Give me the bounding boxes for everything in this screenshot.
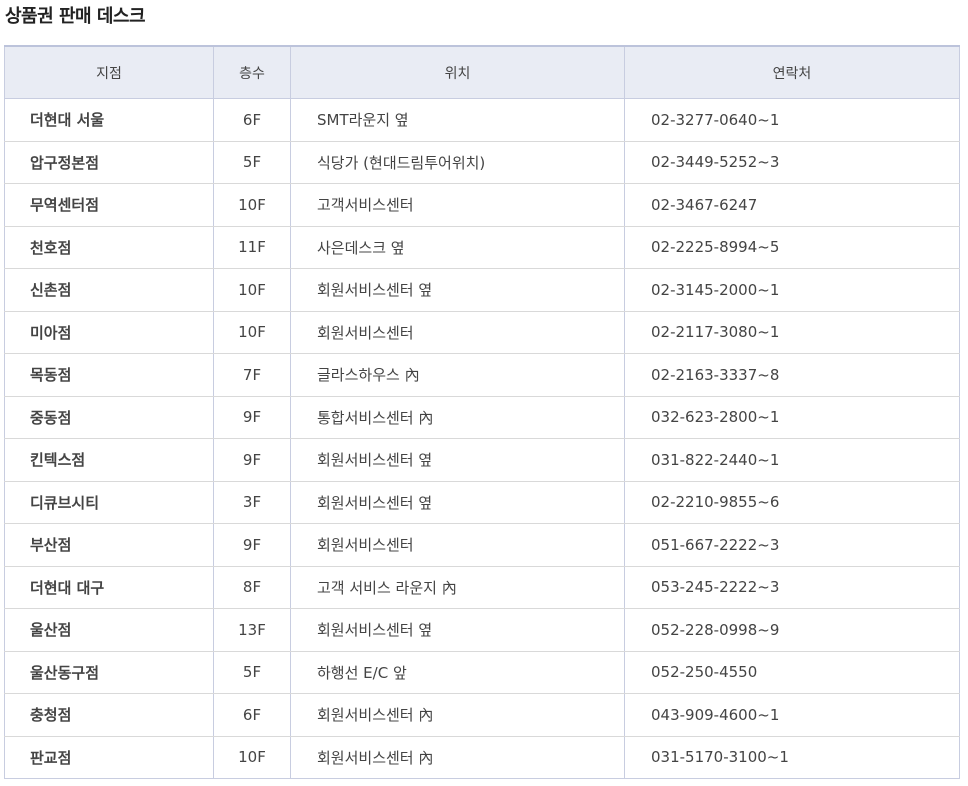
branch-cell: 충청점 [4, 693, 214, 737]
contact-cell: 043-909-4600~1 [624, 693, 960, 737]
branch-cell: 울산동구점 [4, 651, 214, 694]
floor-cell: 9F [213, 523, 291, 567]
table-row: 킨텍스점 9F 회원서비스센터 옆 031-822-2440~1 [4, 438, 960, 482]
table-row: 더현대 대구 8F 고객 서비스 라운지 內 053-245-2222~3 [4, 566, 960, 609]
column-header-floor: 층수 [213, 45, 291, 99]
location-cell: 회원서비스센터 옆 [290, 481, 625, 524]
floor-cell: 10F [213, 268, 291, 312]
table-row: 목동점 7F 글라스하우스 內 02-2163-3337~8 [4, 353, 960, 397]
column-header-branch: 지점 [4, 45, 214, 99]
floor-cell: 10F [213, 183, 291, 227]
table-row: 디큐브시티 3F 회원서비스센터 옆 02-2210-9855~6 [4, 481, 960, 524]
location-cell: 회원서비스센터 內 [290, 736, 625, 779]
contact-cell: 052-250-4550 [624, 651, 960, 694]
contact-cell: 02-2210-9855~6 [624, 481, 960, 524]
contact-cell: 051-667-2222~3 [624, 523, 960, 567]
branch-cell: 무역센터점 [4, 183, 214, 227]
table-row: 충청점 6F 회원서비스센터 內 043-909-4600~1 [4, 693, 960, 737]
location-cell: 회원서비스센터 옆 [290, 268, 625, 312]
contact-cell: 053-245-2222~3 [624, 566, 960, 609]
branch-cell: 판교점 [4, 736, 214, 779]
table-row: 부산점 9F 회원서비스센터 051-667-2222~3 [4, 523, 960, 567]
branch-cell: 중동점 [4, 396, 214, 439]
branch-cell: 킨텍스점 [4, 438, 214, 482]
table-row: 미아점 10F 회원서비스센터 02-2117-3080~1 [4, 311, 960, 354]
floor-cell: 6F [213, 693, 291, 737]
page-title: 상품권 판매 데스크 [5, 6, 146, 27]
table-row: 울산점 13F 회원서비스센터 옆 052-228-0998~9 [4, 608, 960, 652]
contact-cell: 031-5170-3100~1 [624, 736, 960, 779]
branch-cell: 미아점 [4, 311, 214, 354]
location-cell: SMT라운지 옆 [290, 98, 625, 142]
floor-cell: 9F [213, 396, 291, 439]
contact-cell: 052-228-0998~9 [624, 608, 960, 652]
location-cell: 고객서비스센터 [290, 183, 625, 227]
branch-cell: 천호점 [4, 226, 214, 269]
location-cell: 회원서비스센터 옆 [290, 608, 625, 652]
contact-cell: 02-2225-8994~5 [624, 226, 960, 269]
gift-card-desk-table: 지점 층수 위치 연락처 더현대 서울 6F SMT라운지 옆 02-3277-064… [4, 45, 960, 779]
table-row: 더현대 서울 6F SMT라운지 옆 02-3277-0640~1 [4, 98, 960, 142]
floor-cell: 10F [213, 311, 291, 354]
branch-cell: 부산점 [4, 523, 214, 567]
table-header: 지점 층수 위치 연락처 [4, 45, 960, 99]
floor-cell: 3F [213, 481, 291, 524]
location-cell: 글라스하우스 內 [290, 353, 625, 397]
column-header-contact: 연락처 [624, 45, 960, 99]
table-row: 중동점 9F 통합서비스센터 內 032-623-2800~1 [4, 396, 960, 439]
floor-cell: 5F [213, 651, 291, 694]
location-cell: 고객 서비스 라운지 內 [290, 566, 625, 609]
column-header-location: 위치 [290, 45, 625, 99]
table-row: 무역센터점 10F 고객서비스센터 02-3467-6247 [4, 183, 960, 227]
location-cell: 회원서비스센터 [290, 523, 625, 567]
floor-cell: 9F [213, 438, 291, 482]
branch-cell: 압구정본점 [4, 141, 214, 184]
location-cell: 회원서비스센터 옆 [290, 438, 625, 482]
contact-cell: 031-822-2440~1 [624, 438, 960, 482]
contact-cell: 02-3467-6247 [624, 183, 960, 227]
contact-cell: 02-2117-3080~1 [624, 311, 960, 354]
contact-cell: 02-3277-0640~1 [624, 98, 960, 142]
floor-cell: 6F [213, 98, 291, 142]
location-cell: 통합서비스센터 內 [290, 396, 625, 439]
floor-cell: 11F [213, 226, 291, 269]
table-row: 천호점 11F 사은데스크 옆 02-2225-8994~5 [4, 226, 960, 269]
contact-cell: 02-3145-2000~1 [624, 268, 960, 312]
table-row: 압구정본점 5F 식당가 (현대드림투어위치) 02-3449-5252~3 [4, 141, 960, 184]
branch-cell: 신촌점 [4, 268, 214, 312]
table-row: 울산동구점 5F 하행선 E/C 앞 052-250-4550 [4, 651, 960, 694]
table-row: 판교점 10F 회원서비스센터 內 031-5170-3100~1 [4, 736, 960, 779]
branch-cell: 울산점 [4, 608, 214, 652]
floor-cell: 5F [213, 141, 291, 184]
location-cell: 식당가 (현대드림투어위치) [290, 141, 625, 184]
branch-cell: 디큐브시티 [4, 481, 214, 524]
table-row: 신촌점 10F 회원서비스센터 옆 02-3145-2000~1 [4, 268, 960, 312]
contact-cell: 032-623-2800~1 [624, 396, 960, 439]
floor-cell: 7F [213, 353, 291, 397]
branch-cell: 더현대 서울 [4, 98, 214, 142]
location-cell: 회원서비스센터 [290, 311, 625, 354]
floor-cell: 13F [213, 608, 291, 652]
contact-cell: 02-2163-3337~8 [624, 353, 960, 397]
contact-cell: 02-3449-5252~3 [624, 141, 960, 184]
location-cell: 하행선 E/C 앞 [290, 651, 625, 694]
branch-cell: 더현대 대구 [4, 566, 214, 609]
header-row: 지점 층수 위치 연락처 [4, 45, 960, 99]
floor-cell: 10F [213, 736, 291, 779]
table-body: 더현대 서울 6F SMT라운지 옆 02-3277-0640~1 압구정본점 5F 식당가… [4, 98, 960, 779]
location-cell: 사은데스크 옆 [290, 226, 625, 269]
branch-cell: 목동점 [4, 353, 214, 397]
location-cell: 회원서비스센터 內 [290, 693, 625, 737]
floor-cell: 8F [213, 566, 291, 609]
